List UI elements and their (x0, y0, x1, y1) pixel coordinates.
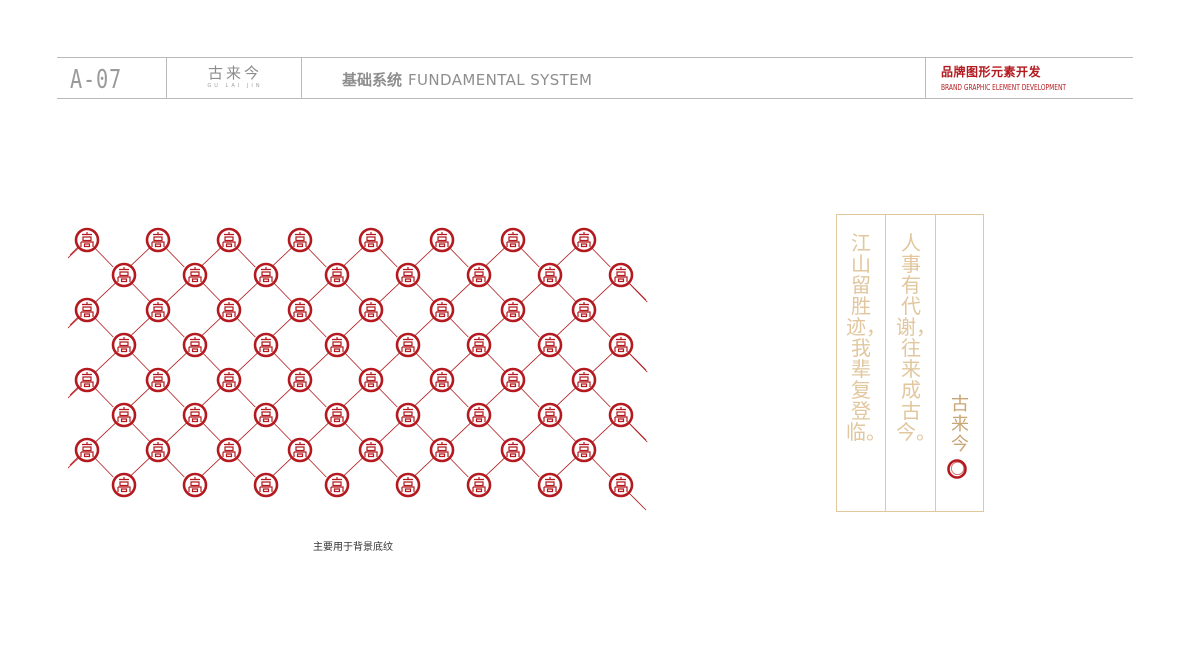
seal-emblem-icon (395, 402, 421, 428)
poem-panel: 江山留胜迹，我辈复登临。 人事有代谢，往来成古今。 古来今 (836, 214, 984, 512)
section-title-cn: 基础系统 (342, 71, 403, 89)
seal-emblem-icon (537, 262, 563, 288)
seal-emblem-icon (111, 332, 137, 358)
header-top-rule (57, 57, 1133, 58)
seal-emblem-icon (287, 437, 313, 463)
section-title-en: FUNDAMENTAL SYSTEM (408, 71, 593, 89)
seal-emblem-icon (395, 262, 421, 288)
pattern-caption: 主要用于背景底纹 (313, 542, 393, 553)
seal-emblem-icon (74, 297, 100, 323)
seal-emblem-icon (571, 367, 597, 393)
seal-emblem-icon (216, 367, 242, 393)
brand-logo: 古来今 GU LAI JIN (198, 64, 272, 90)
seal-emblem-icon (466, 402, 492, 428)
panel-divider (885, 215, 886, 511)
seal-emblem-icon (429, 297, 455, 323)
seal-emblem-icon (429, 437, 455, 463)
seal-emblem-icon (608, 402, 634, 428)
seal-emblem-icon (182, 332, 208, 358)
seal-emblem-icon (111, 472, 137, 498)
seal-emblem-icon (537, 402, 563, 428)
seal-emblem-icon (466, 262, 492, 288)
header-divider (166, 58, 167, 99)
seal-emblem-icon (571, 437, 597, 463)
seal-emblem-icon (537, 332, 563, 358)
poem-line-1: 江山留胜迹，我辈复登临。 (846, 231, 886, 444)
header-divider (925, 58, 926, 99)
seal-emblem-icon (571, 297, 597, 323)
seal-emblem-icon (429, 367, 455, 393)
seal-emblem-icon (324, 262, 350, 288)
seal-emblem-icon (111, 402, 137, 428)
seal-emblem-icon (324, 472, 350, 498)
seal-emblem-icon (145, 367, 171, 393)
seal-emblem-icon (395, 332, 421, 358)
brand-title-cn: 品牌图形元素开发 (941, 65, 1042, 79)
poem-line-2: 人事有代谢，往来成古今。 (896, 231, 936, 444)
seal-emblem-icon (358, 227, 384, 253)
seal-emblem-icon (358, 367, 384, 393)
poem-signature: 古来今 (951, 394, 969, 455)
seal-emblem-icon (253, 472, 279, 498)
seal-emblem-icon (145, 297, 171, 323)
seal-emblem-icon (500, 297, 526, 323)
seal-emblem-icon (182, 472, 208, 498)
seal-emblem-icon (145, 227, 171, 253)
seal-emblem-icon (216, 227, 242, 253)
logo-text: 古来今 (207, 64, 262, 82)
seal-emblem-icon (358, 437, 384, 463)
seal-emblem-icon (287, 297, 313, 323)
seal-emblem-icon (182, 262, 208, 288)
seal-emblem-icon (429, 227, 455, 253)
logo-subtext: GU LAI JIN (207, 83, 263, 89)
seal-emblem-icon (500, 227, 526, 253)
seal-emblem-icon (182, 402, 208, 428)
brand-title-en: BRAND GRAPHIC ELEMENT DEVELOPMENT (941, 83, 1067, 92)
seal-emblem-icon (253, 402, 279, 428)
seal-emblem-icon (145, 437, 171, 463)
seal-emblem-icon (571, 227, 597, 253)
seal-emblem-icon (608, 332, 634, 358)
header-bottom-rule (57, 98, 1133, 99)
seal-emblem-icon (74, 367, 100, 393)
seal-emblem-icon (358, 297, 384, 323)
seal-emblem-icon (608, 262, 634, 288)
seal-emblem-icon (287, 367, 313, 393)
seal-icon (947, 459, 967, 479)
seal-emblem-icon (74, 227, 100, 253)
section-title: 基础系统 FUNDAMENTAL SYSTEM (342, 68, 592, 92)
seal-emblem-icon (216, 437, 242, 463)
seal-emblem-icon (111, 262, 137, 288)
header-divider (301, 58, 302, 99)
seal-emblem-icon (253, 262, 279, 288)
seal-emblem-icon (253, 332, 279, 358)
page-code: A-07 (70, 65, 122, 95)
seal-emblem-icon (466, 332, 492, 358)
seal-emblem-icon (287, 227, 313, 253)
seal-emblem-icon (608, 472, 634, 498)
brand-pattern (68, 227, 648, 511)
seal-emblem-icon (500, 437, 526, 463)
panel-divider (935, 215, 936, 511)
seal-emblem-icon (500, 367, 526, 393)
seal-emblem-icon (324, 332, 350, 358)
seal-emblem-icon (466, 472, 492, 498)
seal-emblem-icon (324, 402, 350, 428)
seal-emblem-icon (216, 297, 242, 323)
seal-emblem-icon (395, 472, 421, 498)
seal-emblem-icon (74, 437, 100, 463)
seal-emblem-icon (537, 472, 563, 498)
